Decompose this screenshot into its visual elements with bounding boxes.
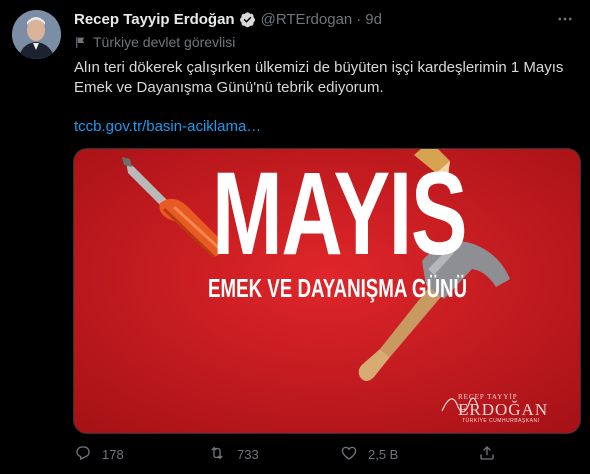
account-label[interactable]: Türkiye devlet görevlisi: [74, 34, 235, 50]
tweet-header: Recep Tayyip Erdoğan @RTErdogan · 9d: [74, 8, 570, 30]
timestamp[interactable]: 9d: [365, 11, 382, 28]
separator: ·: [356, 10, 362, 28]
author-name[interactable]: Recep Tayyip Erdoğan: [74, 11, 235, 28]
reply-button[interactable]: 178: [74, 444, 124, 465]
reply-count: 178: [102, 447, 124, 462]
tweet-actions: 178 733 2,5 B: [74, 444, 574, 470]
retweet-icon: [207, 444, 237, 465]
signature-office: TÜRKİYE CUMHURBAŞKANI: [462, 418, 540, 424]
account-label-text: Türkiye devlet görevlisi: [93, 34, 236, 50]
image-subtitle: EMEK VE DAYANIŞMA GÜNÜ: [208, 273, 468, 303]
reply-icon: [74, 444, 102, 465]
share-button[interactable]: [478, 444, 506, 465]
signature: RECEP TAYYİP ERDOĞAN TÜRKİYE CUMHURBAŞKA…: [438, 393, 548, 424]
more-icon[interactable]: [556, 10, 574, 33]
avatar[interactable]: [12, 10, 61, 59]
author-handle[interactable]: @RTErdogan: [261, 11, 353, 28]
like-count: 2,5 B: [368, 447, 399, 462]
retweet-count: 733: [237, 447, 259, 462]
verified-icon: [239, 11, 256, 28]
flag-icon: [74, 36, 87, 49]
share-icon: [478, 444, 506, 465]
like-button[interactable]: 2,5 B: [340, 444, 398, 465]
tweet-text: Alın teri dökerek çalışırken ülkemizi de…: [74, 59, 564, 96]
like-icon: [340, 444, 368, 465]
tweet-image[interactable]: MAYIS EMEK VE DAYANIŞMA GÜNÜ RECEP TAYYİ…: [73, 148, 581, 434]
tweet-link[interactable]: tccb.gov.tr/basin-aciklama…: [74, 118, 261, 135]
image-headline: MAYIS: [212, 148, 468, 280]
retweet-button[interactable]: 733: [207, 444, 259, 465]
signature-name: ERDOĞAN: [458, 400, 549, 419]
